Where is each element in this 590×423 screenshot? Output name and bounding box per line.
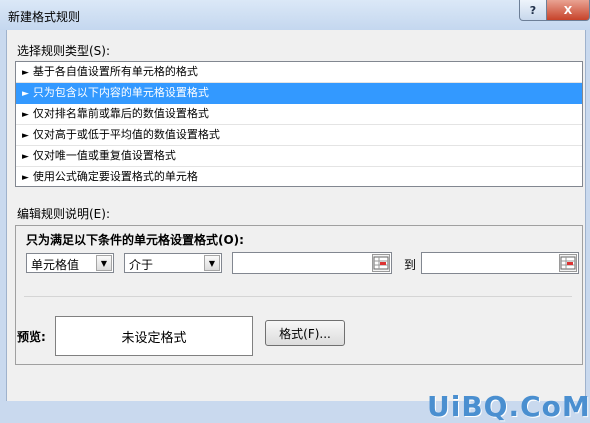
close-button[interactable]: X	[546, 0, 590, 21]
format-button[interactable]: 格式(F)...	[265, 320, 345, 346]
triangle-right-icon: ►	[22, 89, 29, 99]
operator-select[interactable]: 介于 ▼	[124, 253, 222, 273]
rule-type-item[interactable]: ► 基于各自值设置所有单元格的格式	[16, 62, 582, 83]
triangle-right-icon: ►	[22, 68, 29, 78]
field-select[interactable]: 单元格值 ▼	[26, 253, 114, 273]
chevron-down-icon[interactable]: ▼	[96, 255, 112, 271]
value2-input[interactable]	[421, 252, 579, 274]
range-select-icon[interactable]	[372, 254, 390, 272]
dialog-client: 选择规则类型(S): ► 基于各自值设置所有单元格的格式 ► 只为包含以下内容的单元…	[6, 30, 590, 423]
divider	[24, 296, 572, 297]
rule-type-item[interactable]: ► 仅对高于或低于平均值的数值设置格式	[16, 125, 582, 146]
watermark-logo: UiBQ.CoM	[427, 390, 590, 423]
dialog-title: 新建格式规则	[8, 10, 81, 24]
triangle-right-icon: ►	[22, 173, 29, 183]
rule-type-item[interactable]: ► 仅对排名靠前或靠后的数值设置格式	[16, 104, 582, 125]
title-bar: 新建格式规则 ? X	[0, 0, 590, 30]
chevron-down-icon[interactable]: ▼	[204, 255, 220, 271]
preview-text: 未设定格式	[121, 330, 187, 346]
triangle-right-icon: ►	[22, 152, 29, 162]
rule-type-item[interactable]: ► 使用公式确定要设置格式的单元格	[16, 167, 582, 187]
triangle-right-icon: ►	[22, 110, 29, 120]
field-select-value: 单元格值	[31, 258, 80, 272]
rule-type-label: 选择规则类型(S):	[17, 44, 111, 58]
preview-label: 预览:	[17, 330, 46, 344]
value1-input[interactable]	[232, 252, 392, 274]
rule-type-list[interactable]: ► 基于各自值设置所有单元格的格式 ► 只为包含以下内容的单元格设置格式 ► 仅对排名…	[15, 61, 583, 187]
preview-box: 未设定格式	[55, 316, 253, 356]
triangle-right-icon: ►	[22, 131, 29, 141]
condition-heading: 只为满足以下条件的单元格设置格式(O):	[26, 233, 244, 247]
rule-desc-label: 编辑规则说明(E):	[17, 207, 110, 221]
range-select-icon[interactable]	[559, 254, 577, 272]
operator-select-value: 介于	[129, 258, 154, 272]
rule-type-item[interactable]: ► 仅对唯一值或重复值设置格式	[16, 146, 582, 167]
rule-type-item-selected[interactable]: ► 只为包含以下内容的单元格设置格式	[16, 83, 582, 104]
to-label: 到	[404, 258, 417, 272]
help-button[interactable]: ?	[519, 0, 547, 21]
